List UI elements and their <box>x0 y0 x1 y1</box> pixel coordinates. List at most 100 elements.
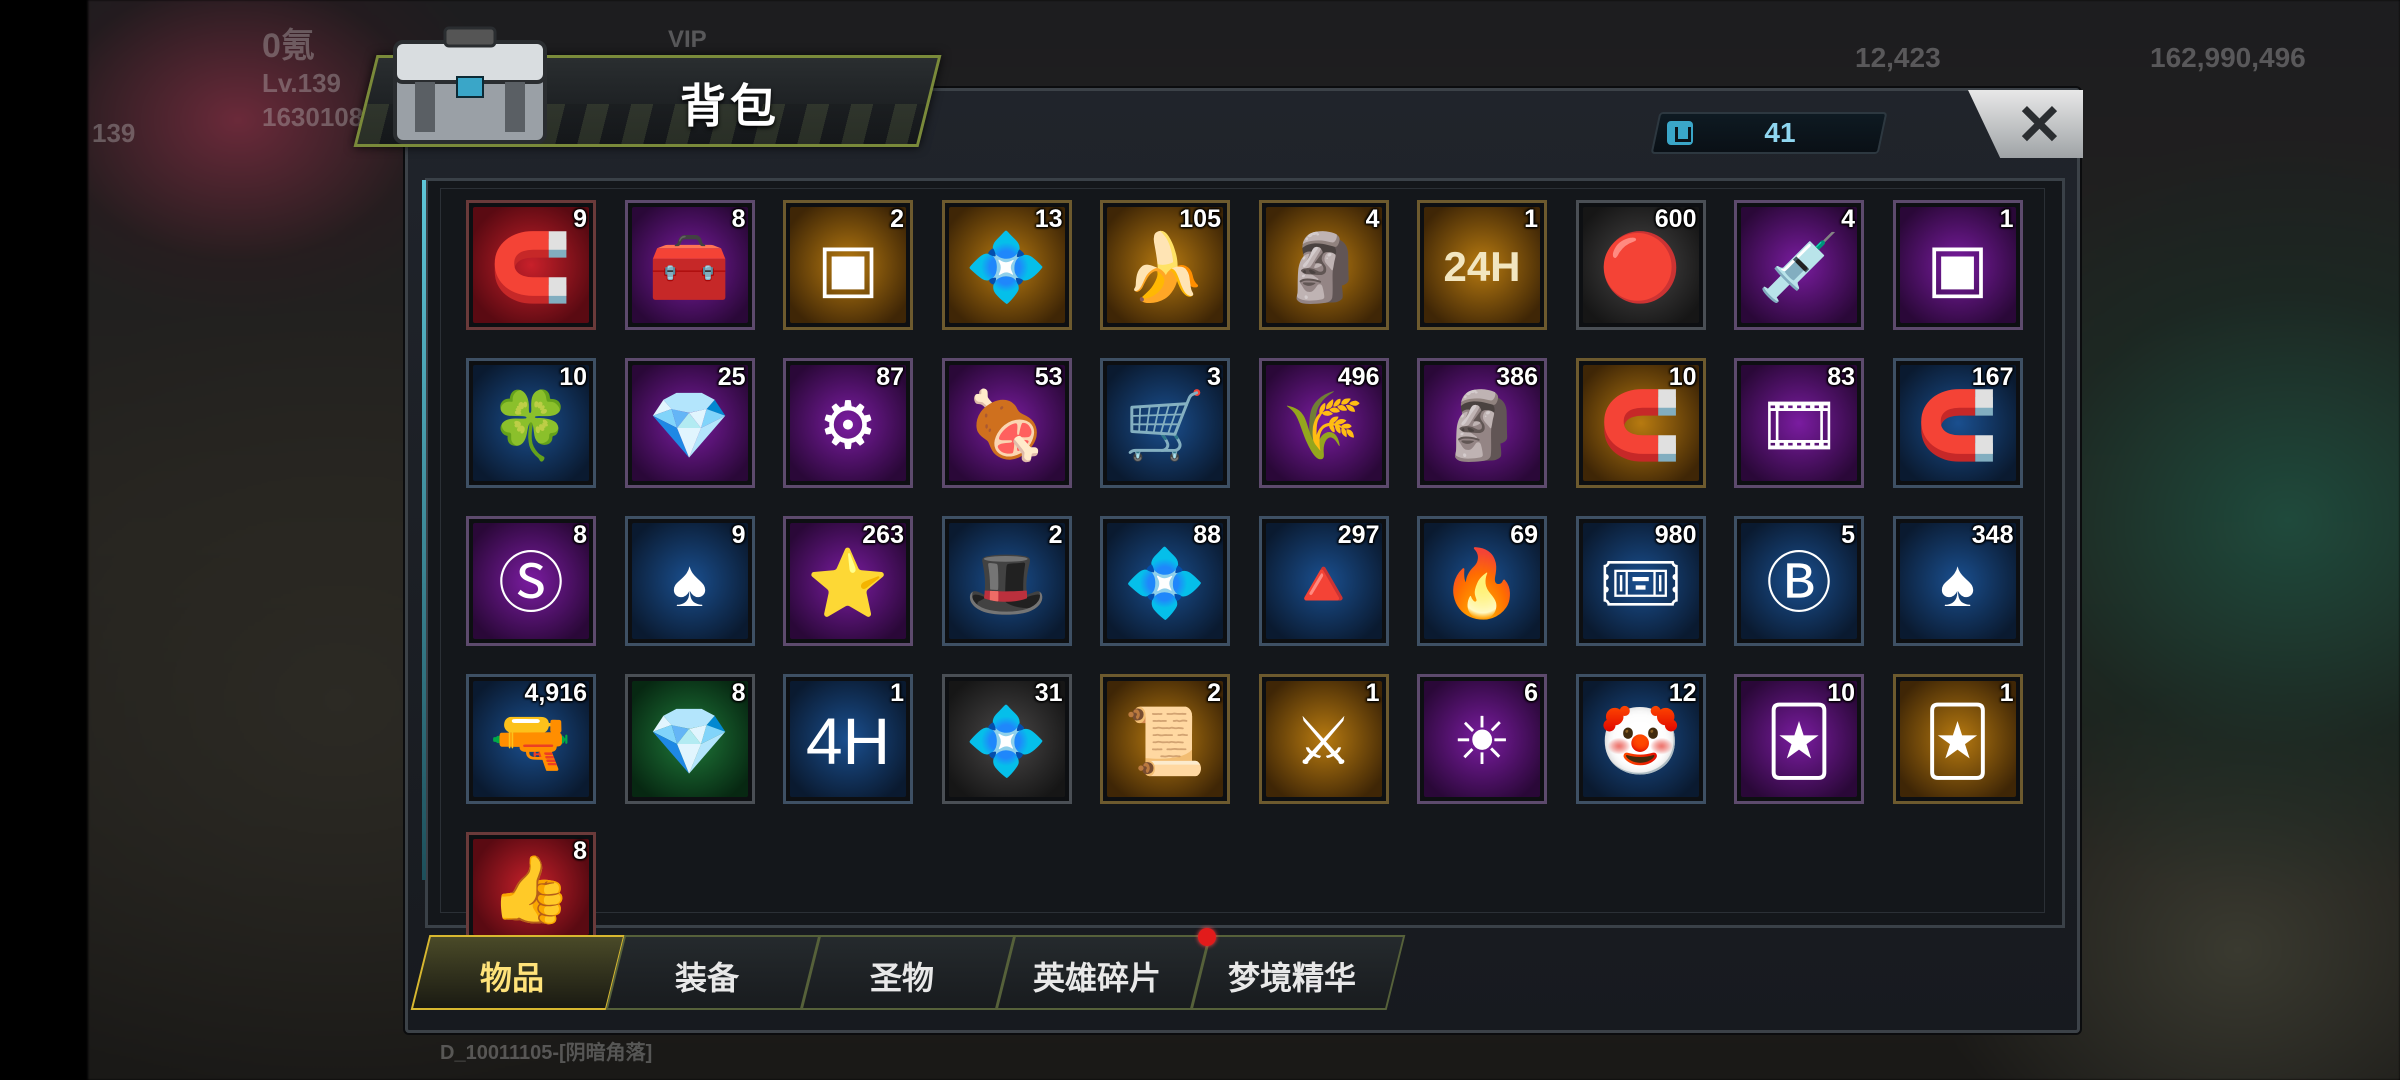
purple-gem-chest-icon: 🧰 <box>648 230 731 305</box>
item-slot-s-bottle-cap[interactable]: Ⓢ 8 <box>466 516 596 646</box>
item-slot-syringe[interactable]: 💉 4 <box>1734 200 1864 330</box>
item-slot-jester-mask-gold[interactable]: 🃏 1 <box>1892 674 2023 804</box>
item-slot-sun-orb[interactable]: ☀ 6 <box>1417 674 1547 804</box>
item-count: 53 <box>1034 363 1063 391</box>
steel-gear-badge-icon: ⚙ <box>818 388 878 463</box>
sun-orb-icon: ☀ <box>1452 704 1512 779</box>
item-slot-cinema-ticket[interactable]: 🎟 980 <box>1575 516 1706 646</box>
item-slot-wheat-bundle[interactable]: 🌾 496 <box>1258 358 1389 488</box>
item-slot-blue-shard[interactable]: 💠 88 <box>1100 516 1230 646</box>
item-slot-b-bottle-cap[interactable]: Ⓑ 5 <box>1734 516 1864 646</box>
dark-moai-icon: 🗿 <box>1440 388 1524 463</box>
item-count: 3 <box>1207 363 1221 391</box>
item-slot-red-magnet-horn[interactable]: 🧲 9 <box>466 200 596 330</box>
item-count: 10 <box>1668 363 1697 391</box>
flame-crystal-icon: 🔥 <box>1440 546 1524 621</box>
item-slot-spade-chip[interactable]: ♠ 9 <box>624 516 755 646</box>
tab-label: 梦境精华 <box>1227 960 1356 996</box>
player-level: Lv.139 <box>262 68 342 98</box>
item-slot-bullet[interactable]: 🔫 4,916 <box>466 674 596 804</box>
tab-label: 物品 <box>479 960 544 996</box>
item-slot-purple-cube[interactable]: ▣ 1 <box>1892 200 2023 330</box>
item-slot-pyramid[interactable]: 🔺 297 <box>1258 516 1389 646</box>
item-count: 263 <box>862 521 904 549</box>
film-reel-icon: 🎞 <box>1757 388 1841 463</box>
item-slot-clover-coin[interactable]: 🍀 10 <box>466 358 596 488</box>
item-count: 8 <box>731 679 746 707</box>
clover-coin-icon: 🍀 <box>489 388 573 463</box>
item-count: 88 <box>1193 521 1221 549</box>
item-slot-purple-shard[interactable]: 💎 25 <box>624 358 755 488</box>
bag-capacity-icon <box>1667 121 1693 145</box>
s-bottle-cap-icon: Ⓢ <box>498 546 564 621</box>
item-slot-steel-gear-badge[interactable]: ⚙ 87 <box>783 358 913 488</box>
spade-chip-red-icon: ♠ <box>1939 546 1976 621</box>
sword-blueprint-icon: ⚔ <box>1293 704 1354 779</box>
item-count: 4 <box>1841 205 1855 233</box>
chest-icon <box>385 22 565 152</box>
gold-shard-icon: 💠 <box>965 230 1048 305</box>
item-slot-police-star-badge[interactable]: ⭐ 263 <box>783 516 913 646</box>
item-slot-green-shard[interactable]: 💎 8 <box>624 674 755 804</box>
item-slot-sword-blueprint[interactable]: ⚔ 1 <box>1258 674 1389 804</box>
player-id: 1630108 <box>262 102 364 132</box>
item-count: 4 <box>1365 205 1380 233</box>
clown-mask-icon: 🤡 <box>1599 704 1682 779</box>
item-slot-blue-magnet-horn[interactable]: 🧲 167 <box>1892 358 2023 488</box>
item-count: 980 <box>1654 521 1697 549</box>
item-count: 4,916 <box>524 679 587 707</box>
item-count: 12 <box>1668 679 1697 707</box>
item-slot-thumbs-up[interactable]: 👍 8 <box>466 832 596 942</box>
item-slot-hollow-cube[interactable]: ▣ 2 <box>783 200 913 330</box>
revolver-blueprint-icon: 📜 <box>1123 704 1207 779</box>
pyramid-icon: 🔺 <box>1282 546 1365 621</box>
item-slot-gray-shard[interactable]: 💠 31 <box>941 674 1072 804</box>
ore-cart-icon: 🛒 <box>1123 388 1207 463</box>
player-name: 0氪 <box>262 27 315 65</box>
item-slot-revolver-blueprint[interactable]: 📜 2 <box>1100 674 1230 804</box>
item-slot-jester-mask-purple[interactable]: 🃏 10 <box>1734 674 1864 804</box>
syringe-icon: 💉 <box>1757 230 1841 305</box>
item-count: 1 <box>890 679 904 707</box>
item-slot-dark-moai[interactable]: 🗿 386 <box>1417 358 1547 488</box>
notification-badge <box>1198 928 1216 946</box>
item-count: 13 <box>1034 205 1063 233</box>
item-slot-speedup-24h-card[interactable]: 24H 1 <box>1417 200 1547 330</box>
item-slot-green-fedora[interactable]: 🎩 2 <box>941 516 1072 646</box>
item-count: 83 <box>1827 363 1855 391</box>
item-slot-spade-chip-red[interactable]: ♠ 348 <box>1892 516 2023 646</box>
item-slot-ham-leg[interactable]: 🍖 53 <box>941 358 1072 488</box>
item-slot-neon-bottle-cap[interactable]: 🔴 600 <box>1575 200 1706 330</box>
gray-shard-icon: 💠 <box>965 704 1048 779</box>
close-icon: ✕ <box>2016 93 2063 156</box>
item-count: 600 <box>1654 205 1697 233</box>
police-star-badge-icon: ⭐ <box>806 546 890 621</box>
item-count: 9 <box>731 521 746 549</box>
item-slot-golden-banana[interactable]: 🍌 105 <box>1100 200 1230 330</box>
item-slot-gold-shard[interactable]: 💠 13 <box>941 200 1072 330</box>
page-title: 背包 <box>680 80 780 132</box>
item-count: 1 <box>1999 205 2014 233</box>
item-count: 31 <box>1034 679 1063 707</box>
item-slot-ore-cart[interactable]: 🛒 3 <box>1100 358 1230 488</box>
item-count: 87 <box>876 363 904 391</box>
item-count: 69 <box>1510 521 1538 549</box>
wheat-bundle-icon: 🌾 <box>1282 388 1365 463</box>
item-count: 105 <box>1179 205 1221 233</box>
item-count: 5 <box>1841 521 1855 549</box>
green-shard-icon: 💎 <box>648 704 731 779</box>
item-count: 6 <box>1524 679 1538 707</box>
item-slot-speedup-4h-card[interactable]: 4H 1 <box>783 674 913 804</box>
item-slot-gold-magnet-horn[interactable]: 🧲 10 <box>1575 358 1706 488</box>
b-bottle-cap-icon: Ⓑ <box>1766 546 1832 621</box>
item-slot-clown-mask[interactable]: 🤡 12 <box>1575 674 1706 804</box>
item-count: 8 <box>731 205 746 233</box>
purple-cube-icon: ▣ <box>1926 230 1989 305</box>
item-slot-film-reel[interactable]: 🎞 83 <box>1734 358 1864 488</box>
item-slot-purple-gem-chest[interactable]: 🧰 8 <box>624 200 755 330</box>
item-count: 10 <box>559 363 587 391</box>
item-slot-gold-moai[interactable]: 🗿 4 <box>1258 200 1389 330</box>
item-count: 386 <box>1496 363 1538 391</box>
item-slot-flame-crystal[interactable]: 🔥 69 <box>1417 516 1547 646</box>
item-count: 1 <box>1365 679 1380 707</box>
